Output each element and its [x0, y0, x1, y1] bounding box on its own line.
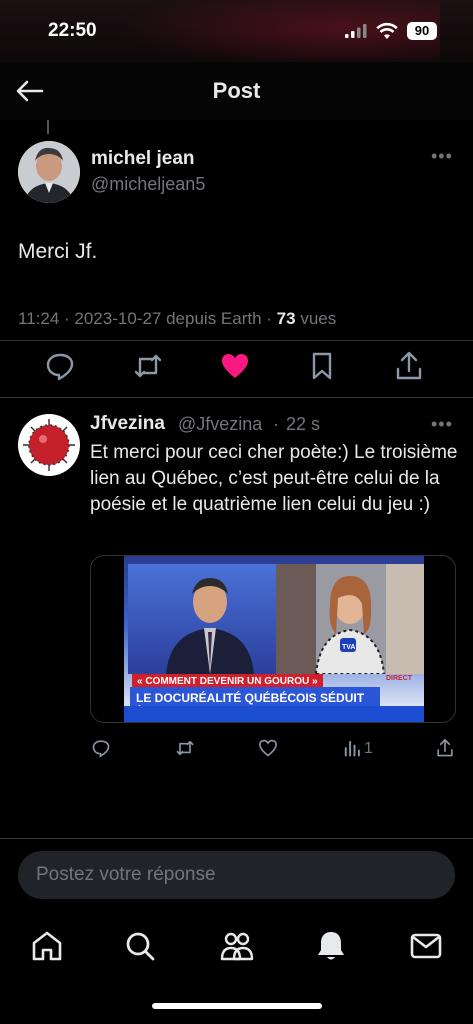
- page-title: Post: [212, 78, 261, 103]
- reply-views-icon[interactable]: [342, 738, 362, 758]
- post-action-bar: [0, 350, 473, 386]
- reply-share-icon[interactable]: [435, 738, 455, 758]
- thumbnail-reporter-panel: TVA: [276, 564, 424, 675]
- wifi-icon: [376, 22, 398, 39]
- reply-action-bar: 1: [0, 738, 473, 760]
- post-date: 2023-10-27: [74, 309, 162, 328]
- cellular-signal-icon: [345, 24, 367, 38]
- avatar-logo: [19, 415, 79, 475]
- reply-input[interactable]: Postez votre réponse: [18, 851, 455, 899]
- reply-composer: Postez votre réponse: [0, 838, 473, 910]
- post-time: 11:24: [18, 309, 60, 328]
- bookmark-icon[interactable]: [306, 350, 338, 382]
- video-thumbnail: TVA « COMMENT DEVENIR UN GOUROU » DIRECT…: [124, 556, 424, 722]
- reply-like-icon[interactable]: [258, 738, 278, 758]
- reply-text: Et merci pour ceci cher poète:) Le trois…: [90, 442, 458, 515]
- reply-author-avatar[interactable]: [18, 414, 80, 476]
- home-icon[interactable]: [29, 928, 65, 964]
- notifications-icon[interactable]: [313, 928, 349, 964]
- reply-author-handle[interactable]: @Jfvezina: [178, 414, 262, 435]
- author-avatar[interactable]: [18, 141, 80, 203]
- reply-author-name[interactable]: Jfvezina: [90, 413, 165, 435]
- status-bar: 22:50 90: [0, 0, 473, 70]
- divider: [0, 397, 473, 398]
- reply-views-count: 1: [364, 740, 373, 757]
- anchor-figure: [128, 564, 278, 674]
- video-attachment[interactable]: TVA « COMMENT DEVENIR UN GOUROU » DIRECT…: [90, 555, 456, 723]
- reply-icon[interactable]: [44, 350, 76, 382]
- mic-label: TVA: [342, 644, 355, 651]
- share-icon[interactable]: [393, 350, 425, 382]
- divider: [0, 340, 473, 341]
- search-icon[interactable]: [122, 928, 158, 964]
- thread-connector-line: [47, 120, 49, 134]
- live-badge: DIRECT: [386, 675, 413, 682]
- more-options-icon[interactable]: •••: [431, 146, 453, 167]
- communities-icon[interactable]: [218, 928, 254, 964]
- heart-filled-icon[interactable]: [219, 350, 251, 382]
- author-name[interactable]: michel jean: [91, 148, 195, 170]
- reply-retweet-icon[interactable]: [175, 738, 195, 758]
- retweet-icon[interactable]: [132, 350, 164, 382]
- home-indicator: [152, 1003, 322, 1009]
- battery-indicator: 90: [407, 22, 437, 40]
- reply-more-options-icon[interactable]: •••: [431, 414, 453, 435]
- reporter-figure: TVA: [276, 564, 424, 675]
- avatar-photo: [18, 141, 80, 203]
- status-time: 22:50: [48, 20, 97, 41]
- post-text: Merci Jf.: [18, 240, 98, 263]
- author-handle[interactable]: @micheljean5: [91, 174, 205, 195]
- reply-comment-icon[interactable]: [91, 738, 111, 758]
- caption-strip: [124, 706, 424, 722]
- post-source: depuis Earth: [166, 309, 262, 328]
- thumbnail-anchor-panel: [128, 564, 278, 674]
- view-count[interactable]: 73: [277, 309, 296, 328]
- top-nav-bar: Post: [0, 62, 473, 120]
- post-metadata: 11:24 · 2023-10-27 depuis Earth · 73 vue…: [18, 309, 337, 328]
- reply-input-placeholder: Postez votre réponse: [36, 864, 216, 885]
- reply-separator: ·: [273, 414, 279, 434]
- reply-age: 22 s: [286, 414, 321, 434]
- messages-icon[interactable]: [408, 928, 444, 964]
- views-label: vues: [300, 309, 337, 328]
